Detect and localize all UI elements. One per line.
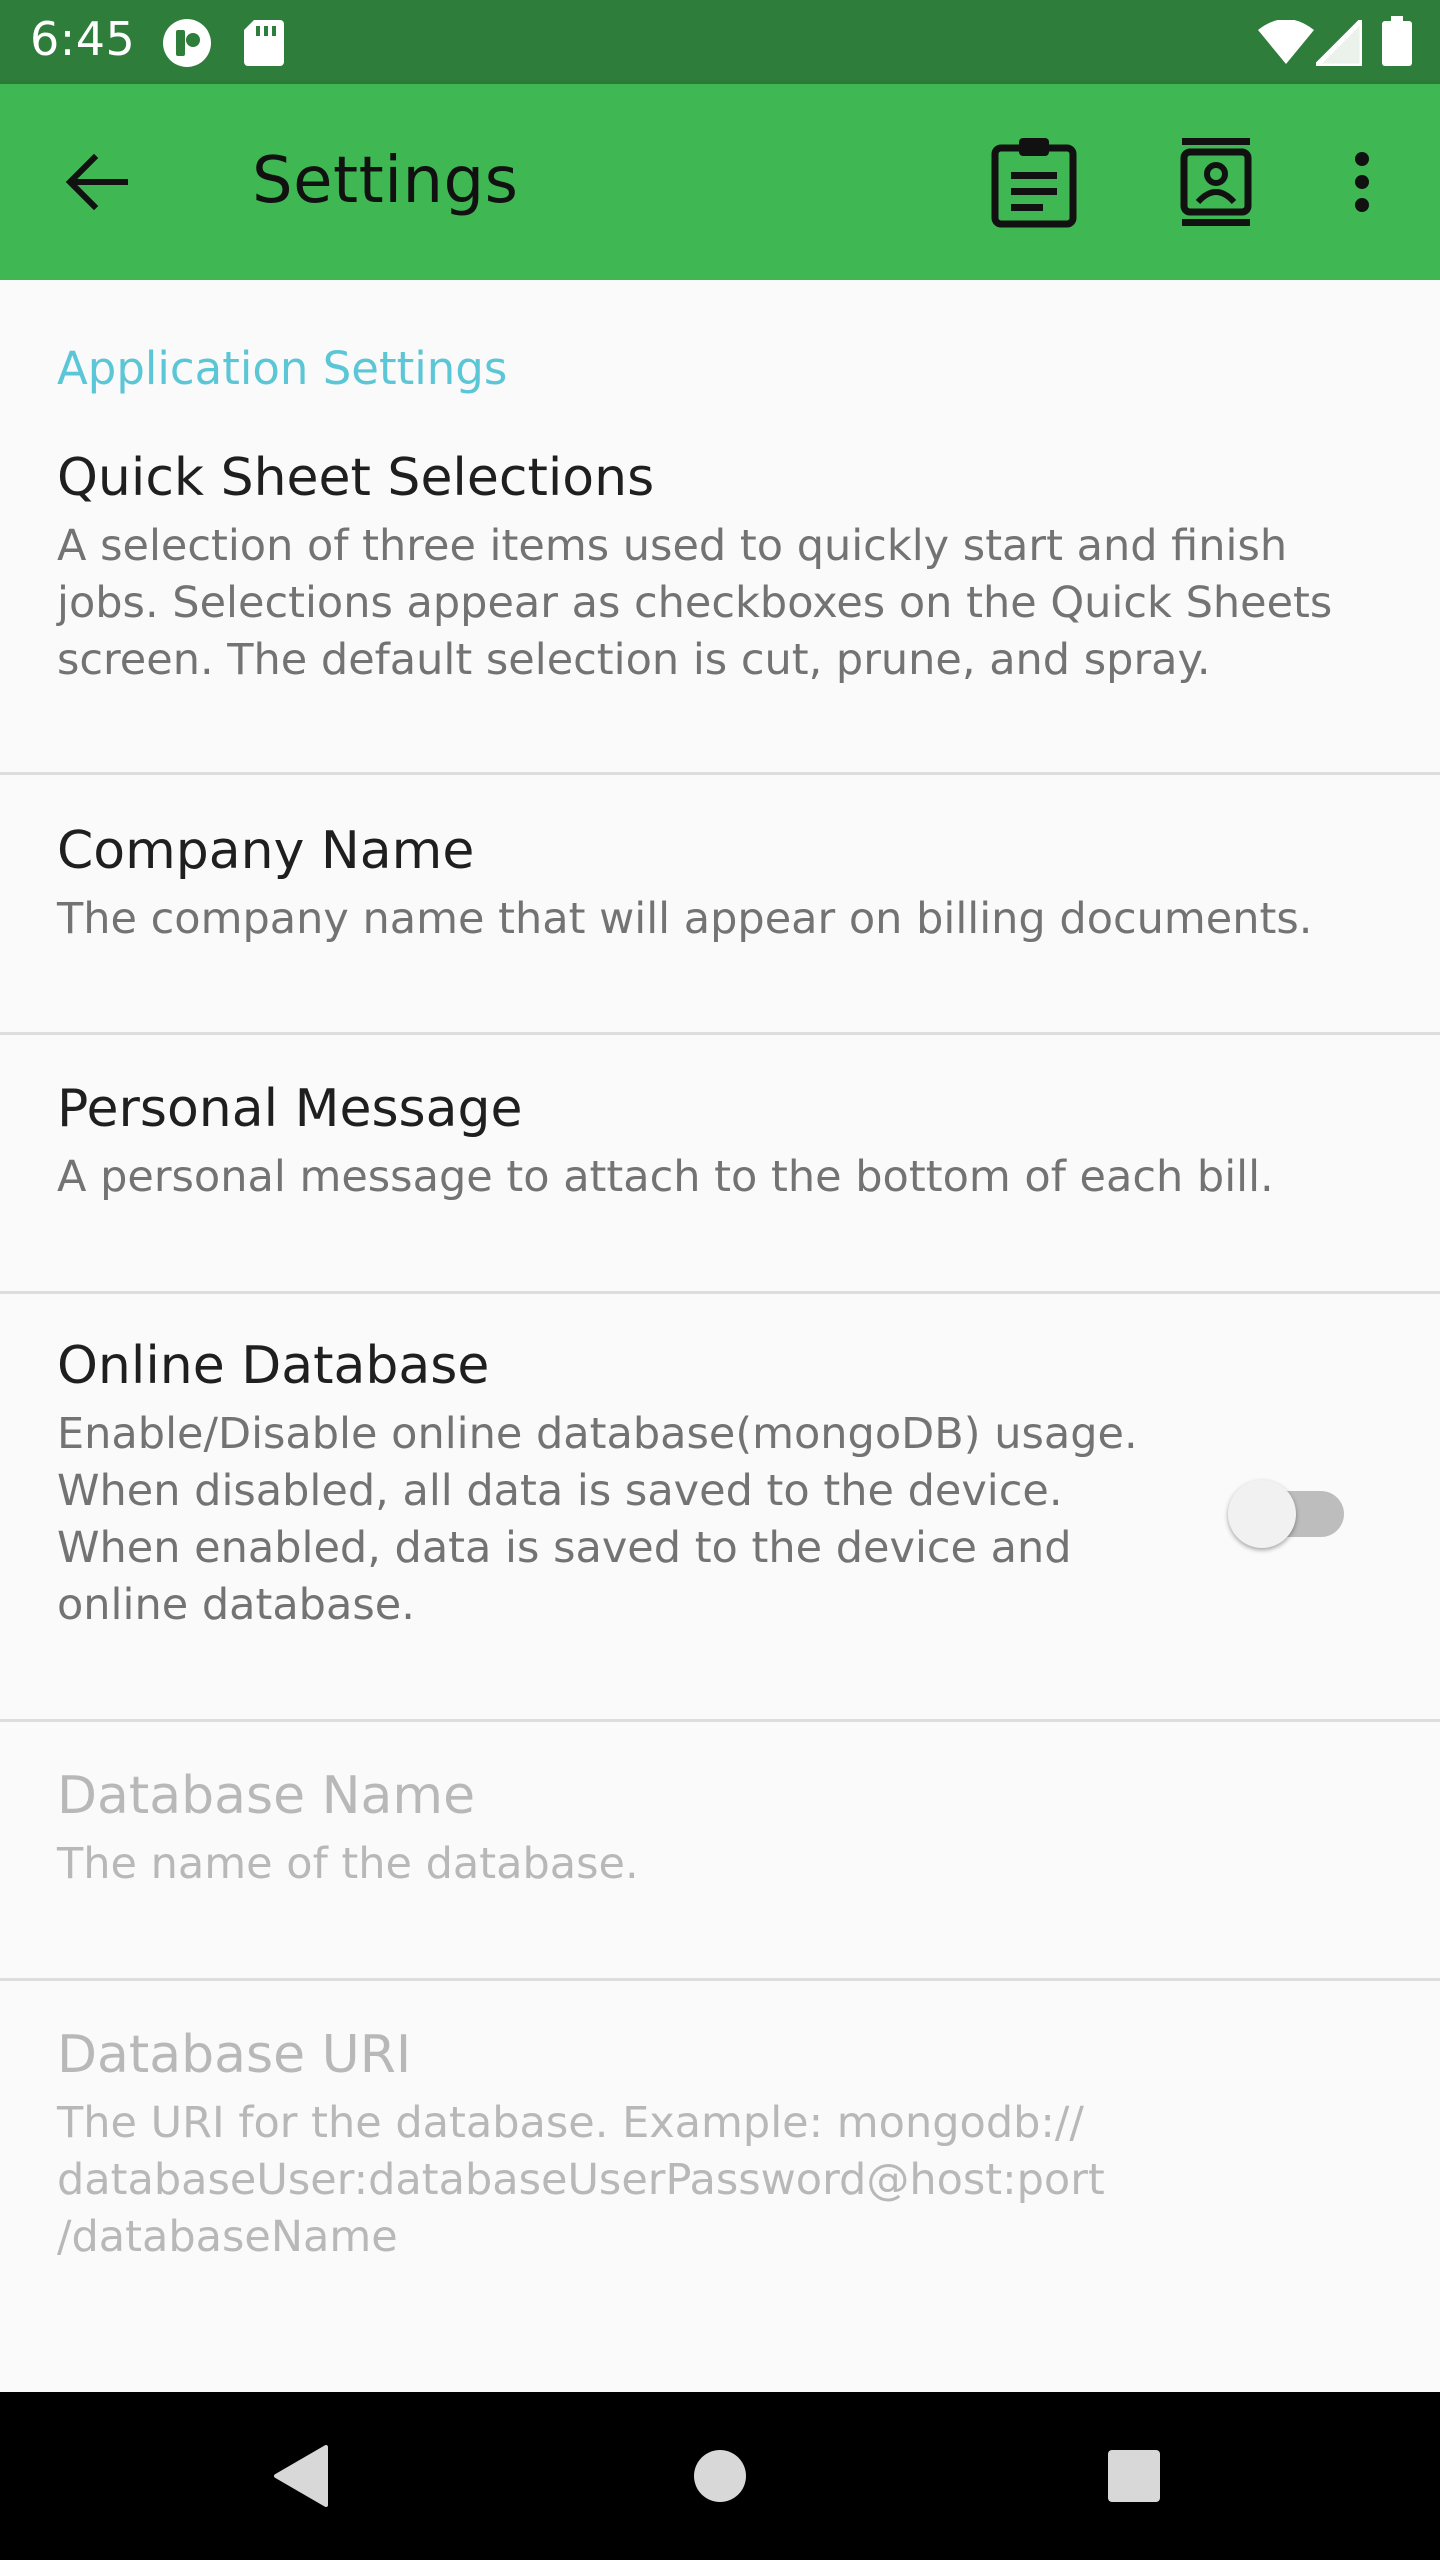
pref-title: Online Database xyxy=(57,1336,490,1396)
cell-signal-icon xyxy=(1309,13,1365,70)
settings-list: Application Settings Quick Sheet Selecti… xyxy=(0,280,1440,2392)
nav-home-button[interactable] xyxy=(660,2392,780,2560)
pref-title: Database Name xyxy=(57,1766,476,1826)
clipboard-icon xyxy=(991,138,1077,228)
online-database-switch[interactable] xyxy=(1228,1470,1348,1548)
contacts-button[interactable] xyxy=(1162,128,1270,236)
pref-title: Database URI xyxy=(57,2025,412,2085)
wifi-icon xyxy=(1258,19,1314,68)
pref-summary: The URI for the database. Example: mongo… xyxy=(57,2098,1105,2262)
switch-thumb xyxy=(1228,1480,1296,1548)
pref-title: Quick Sheet Selections xyxy=(57,448,655,508)
pref-summary: The name of the database. xyxy=(57,1839,639,1889)
recents-square-icon xyxy=(1108,2450,1160,2502)
contact-book-icon xyxy=(1180,138,1252,226)
nav-recents-button[interactable] xyxy=(1074,2392,1194,2560)
pref-title: Company Name xyxy=(57,821,475,881)
nav-back-button[interactable] xyxy=(240,2392,360,2560)
app-bar: Settings xyxy=(0,84,1440,280)
pref-summary: A selection of three items used to quick… xyxy=(57,521,1333,685)
page-title: Settings xyxy=(252,144,519,218)
pref-summary: A personal message to attach to the bott… xyxy=(57,1152,1274,1202)
status-bar: 6:45 xyxy=(0,0,1440,84)
back-button[interactable] xyxy=(46,132,146,232)
pref-database-name: Database Name The name of the database. xyxy=(0,1722,1440,1978)
pref-summary: Enable/Disable online database(mongoDB) … xyxy=(57,1409,1138,1630)
home-circle-icon xyxy=(694,2450,746,2502)
arrow-back-icon xyxy=(65,154,128,210)
more-vert-icon xyxy=(1355,152,1369,212)
navigation-bar xyxy=(0,2392,1440,2560)
pref-company-name[interactable]: Company Name The company name that will … xyxy=(0,775,1440,1032)
clipboard-button[interactable] xyxy=(980,128,1088,236)
pref-summary: The company name that will appear on bil… xyxy=(57,894,1313,944)
battery-icon xyxy=(1382,16,1412,70)
pref-quick-sheet-selections[interactable]: Quick Sheet Selections A selection of th… xyxy=(0,420,1440,772)
pref-personal-message[interactable]: Personal Message A personal message to a… xyxy=(0,1035,1440,1291)
pref-database-uri: Database URI The URI for the database. E… xyxy=(0,1981,1440,2361)
pref-online-database[interactable]: Online Database Enable/Disable online da… xyxy=(0,1294,1440,1719)
more-options-button[interactable] xyxy=(1326,128,1398,236)
back-triangle-icon xyxy=(274,2445,328,2507)
status-time: 6:45 xyxy=(30,12,136,66)
sd-card-icon xyxy=(244,20,284,70)
sync-status-icon xyxy=(162,18,212,72)
pref-title: Personal Message xyxy=(57,1079,523,1139)
category-header: Application Settings xyxy=(57,342,508,395)
